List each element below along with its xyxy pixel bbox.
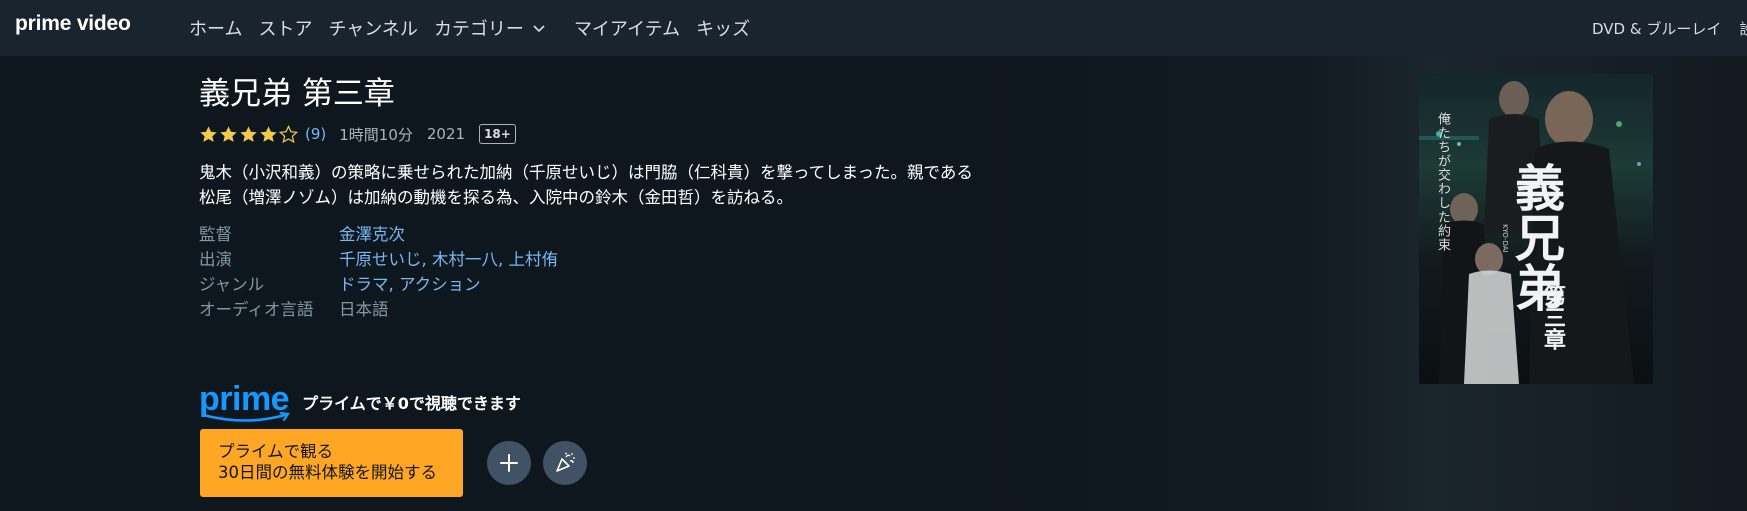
nav-right: DVD & ブルーレイ 設 <box>1592 0 1747 56</box>
star-icon <box>220 125 237 142</box>
nav-channels[interactable]: チャンネル <box>328 15 417 41</box>
nav-home[interactable]: ホーム <box>189 15 242 41</box>
info-row-audio: オーディオ言語 日本語 <box>199 297 558 322</box>
star-outline-icon <box>279 124 298 143</box>
top-navigation: prime video ホーム ストア チャンネル カテゴリー マイアイテム キ… <box>0 0 1747 56</box>
info-row-director: 監督 金澤克次 <box>199 222 558 247</box>
star-icon <box>260 125 277 142</box>
poster-romaji: KYO-DAI <box>1501 224 1509 253</box>
chevron-down-icon <box>533 25 545 33</box>
runtime: 1時間10分 <box>339 125 413 144</box>
poster-image: 俺たちが交わした約束 義兄弟 KYO-DAI 第三章 <box>1419 74 1653 384</box>
nav-dvd-bluray[interactable]: DVD & ブルーレイ <box>1592 18 1721 39</box>
prime-included-line: prime プライムで￥0で視聴できます <box>199 382 521 422</box>
watch-with-prime-button[interactable]: プライムで観る 30日間の無料体験を開始する <box>200 429 463 497</box>
release-year: 2021 <box>426 125 466 143</box>
audio-language: 日本語 <box>339 300 389 319</box>
prime-video-logo[interactable]: prime video <box>15 12 131 36</box>
info-label: ジャンル <box>199 275 265 294</box>
nav-categories-label: カテゴリー <box>433 19 524 40</box>
star-rating[interactable] <box>199 124 299 144</box>
nav-links: ホーム ストア チャンネル カテゴリー マイアイテム キッズ <box>189 0 766 56</box>
nav-settings-truncated[interactable]: 設 <box>1739 18 1747 39</box>
nav-categories[interactable]: カテゴリー <box>434 15 546 41</box>
prime-smile-icon <box>201 412 290 422</box>
nav-kids[interactable]: キッズ <box>696 15 750 41</box>
synopsis-line: 松尾（増澤ノゾム）は加納の動機を探る為、入院中の鈴木（金田哲）を訪ねる。 <box>199 188 793 207</box>
cast-links[interactable]: 千原せいじ, 木村一八, 上村侑 <box>339 247 558 272</box>
poster-chapter: 第三章 <box>1540 284 1566 350</box>
star-icon <box>200 125 217 142</box>
rating-count[interactable]: (9) <box>305 125 326 143</box>
prime-logo: prime <box>199 382 290 422</box>
prime-offer-text: プライムで￥0で視聴できます <box>302 394 521 413</box>
nav-store[interactable]: ストア <box>258 15 312 41</box>
poster-tagline: 俺たちが交わした約束 <box>1435 112 1450 252</box>
synopsis: 鬼木（小沢和義）の策略に乗せられた加納（千原せいじ）は門脇（仁科貴）を撃ってしま… <box>199 160 1019 210</box>
info-table: 監督 金澤克次 出演 千原せいじ, 木村一八, 上村侑 ジャンル ドラマ, アク… <box>199 222 558 322</box>
cta-line-1: プライムで観る <box>218 442 334 461</box>
page-title: 義兄弟 第三章 <box>199 76 395 112</box>
info-row-cast: 出演 千原せいじ, 木村一八, 上村侑 <box>199 247 558 272</box>
plus-icon <box>500 454 518 472</box>
info-label: 監督 <box>199 225 232 244</box>
add-to-watchlist-button[interactable] <box>487 441 531 485</box>
genre-links[interactable]: ドラマ, アクション <box>339 272 481 297</box>
synopsis-line: 鬼木（小沢和義）の策略に乗せられた加納（千原せいじ）は門脇（仁科貴）を撃ってしま… <box>199 163 973 182</box>
age-rating-badge: 18+ <box>479 124 516 144</box>
star-icon <box>240 125 257 142</box>
watch-party-button[interactable] <box>543 441 587 485</box>
meta-row: (9) 1時間10分 2021 18+ <box>199 122 516 146</box>
cta-line-2: 30日間の無料体験を開始する <box>218 463 437 482</box>
director-link[interactable]: 金澤克次 <box>339 222 405 247</box>
info-label: 出演 <box>199 250 232 269</box>
party-icon <box>556 452 575 472</box>
info-label: オーディオ言語 <box>199 300 314 319</box>
info-row-genre: ジャンル ドラマ, アクション <box>199 272 558 297</box>
nav-my-items[interactable]: マイアイテム <box>574 15 680 41</box>
